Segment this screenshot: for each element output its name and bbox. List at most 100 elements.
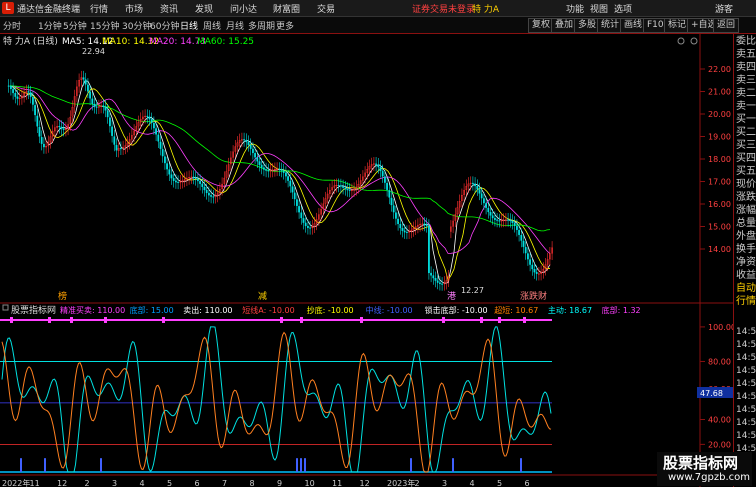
event-mark[interactable]: 港 bbox=[447, 290, 456, 302]
candle-body bbox=[513, 222, 516, 226]
candle-body bbox=[243, 139, 245, 141]
chart-area[interactable]: 特 力A (日线) MA5: 14.12 MA10: 14.32 MA20: 1… bbox=[0, 34, 733, 487]
menu-news[interactable]: 资讯 bbox=[160, 2, 178, 15]
menu-view[interactable]: 视图 bbox=[590, 2, 608, 15]
indicator-param-label: 底部: 15.00 bbox=[130, 305, 174, 315]
period-30min[interactable]: 30分钟 bbox=[122, 19, 151, 32]
date-label: 7 bbox=[222, 479, 227, 487]
candle-body bbox=[375, 163, 377, 165]
candle-body bbox=[111, 126, 114, 136]
ma60-label: MA60: 15.25 bbox=[197, 37, 254, 47]
buy-signal-mark bbox=[442, 317, 445, 323]
period-1min[interactable]: 1分钟 bbox=[38, 19, 62, 32]
candle-body bbox=[91, 98, 94, 104]
event-mark[interactable]: 减 bbox=[258, 290, 267, 302]
buy-signal-mark bbox=[498, 317, 501, 323]
period-15min[interactable]: 15分钟 bbox=[90, 19, 119, 32]
period-more[interactable]: 更多 bbox=[276, 19, 294, 32]
tick-time: 14:5 bbox=[736, 392, 756, 402]
settings-circle-icon[interactable] bbox=[677, 37, 685, 45]
menu-options[interactable]: 选项 bbox=[614, 2, 632, 15]
period-60min[interactable]: 60分钟 bbox=[150, 19, 179, 32]
candle-body bbox=[40, 136, 43, 144]
candle-body bbox=[392, 205, 395, 213]
date-label: 3 bbox=[112, 479, 117, 487]
candle-body bbox=[152, 123, 155, 129]
candle-body bbox=[36, 115, 39, 127]
candle-body bbox=[397, 218, 399, 225]
candle-body bbox=[7, 85, 10, 87]
candle-body bbox=[245, 139, 248, 143]
period-5min[interactable]: 5分钟 bbox=[63, 19, 87, 32]
candle-body bbox=[280, 169, 283, 171]
candle-body bbox=[384, 176, 386, 183]
period-intraday[interactable]: 分时 bbox=[3, 19, 21, 32]
candle-body bbox=[199, 180, 201, 184]
candle-body bbox=[9, 85, 12, 89]
event-mark[interactable]: 涨跌财 bbox=[520, 290, 547, 302]
date-label: 6 bbox=[195, 479, 200, 487]
candle-body bbox=[60, 126, 63, 129]
candle-body bbox=[58, 126, 61, 128]
indicator-param-label: 抄底: -10.00 bbox=[307, 305, 354, 315]
tool-back-button[interactable]: 返回 bbox=[713, 18, 740, 33]
indicator-name[interactable]: 股票指标网 bbox=[11, 304, 56, 316]
candle-body bbox=[441, 283, 443, 285]
tick-time: 14:5 bbox=[736, 405, 756, 415]
guest-user[interactable]: 游客 bbox=[715, 2, 733, 15]
period-toolbar: 分时 1分钟 5分钟 15分钟 30分钟 60分钟 日线 周线 月线 多周期 更… bbox=[0, 17, 756, 34]
quote-side-panel: 委比 卖五 卖四 卖三 卖二 卖一 买一 买二 买三 买四 买五 现价 涨跌 涨幅 总量 外盘 换手 净资 收益 自动… bbox=[733, 34, 756, 487]
tick-time: 14:5 bbox=[736, 327, 756, 337]
candle-body bbox=[511, 220, 514, 223]
date-label: 2 bbox=[85, 479, 90, 487]
kline-chart-svg[interactable]: 特 力A (日线) MA5: 14.12 MA10: 14.32 MA20: 1… bbox=[0, 34, 733, 487]
bottom-signal-bar bbox=[300, 458, 302, 472]
menu-market[interactable]: 市场 bbox=[125, 2, 143, 15]
candle-body bbox=[205, 190, 208, 194]
high-price-label: 22.94 bbox=[82, 47, 105, 56]
bottom-signal-bar bbox=[520, 458, 522, 472]
menu-ask[interactable]: 问小达 bbox=[230, 2, 257, 15]
period-weekly[interactable]: 周线 bbox=[203, 19, 221, 32]
login-status[interactable]: 证券交易未登录 bbox=[412, 2, 475, 15]
indicator-param-label: 短线A: -10.00 bbox=[242, 305, 294, 315]
menu-discover[interactable]: 发现 bbox=[195, 2, 213, 15]
menu-market-quotes[interactable]: 行情 bbox=[90, 2, 108, 15]
quote-field-label: 买三 bbox=[736, 140, 756, 151]
candle-body bbox=[296, 199, 298, 206]
event-mark[interactable]: 榜 bbox=[58, 290, 67, 302]
indicator-line-0 bbox=[1, 326, 552, 473]
date-label: 4 bbox=[470, 479, 475, 487]
tick-time: 14:5 bbox=[736, 431, 756, 441]
candle-body bbox=[386, 182, 388, 190]
candle-body bbox=[401, 228, 404, 231]
candle-body bbox=[516, 225, 518, 230]
candle-body bbox=[340, 185, 342, 187]
period-daily[interactable]: 日线 bbox=[180, 19, 198, 32]
indicator-tick-label: 20.00 bbox=[708, 440, 731, 449]
period-multi[interactable]: 多周期 bbox=[248, 19, 275, 32]
bottom-signal-bar bbox=[304, 458, 306, 472]
candle-body bbox=[293, 192, 296, 200]
app-logo-icon: L bbox=[2, 2, 14, 14]
stock-label: 特 力A (日线) bbox=[3, 35, 58, 47]
period-monthly[interactable]: 月线 bbox=[226, 19, 244, 32]
menu-wealth[interactable]: 财富圈 bbox=[273, 2, 300, 15]
indicator-toggle-icon[interactable] bbox=[2, 304, 9, 311]
settings-circle-icon[interactable] bbox=[690, 37, 698, 45]
menu-trade[interactable]: 交易 bbox=[317, 2, 335, 15]
candle-body bbox=[177, 181, 179, 183]
date-label: 5 bbox=[497, 479, 502, 487]
menu-functions[interactable]: 功能 bbox=[566, 2, 584, 15]
price-tick-label: 14.00 bbox=[708, 245, 731, 254]
price-tick-label: 15.00 bbox=[708, 223, 731, 232]
candle-body bbox=[192, 176, 195, 178]
quote-field-label: 买一 bbox=[736, 114, 756, 125]
date-label: 9 bbox=[277, 479, 282, 487]
tick-time: 14:5 bbox=[736, 379, 756, 389]
candle-body bbox=[518, 229, 521, 235]
date-label: 11 bbox=[332, 479, 342, 487]
candle-body bbox=[203, 186, 206, 191]
candle-body bbox=[32, 97, 34, 105]
quote-field-label: 自动 bbox=[736, 283, 756, 294]
